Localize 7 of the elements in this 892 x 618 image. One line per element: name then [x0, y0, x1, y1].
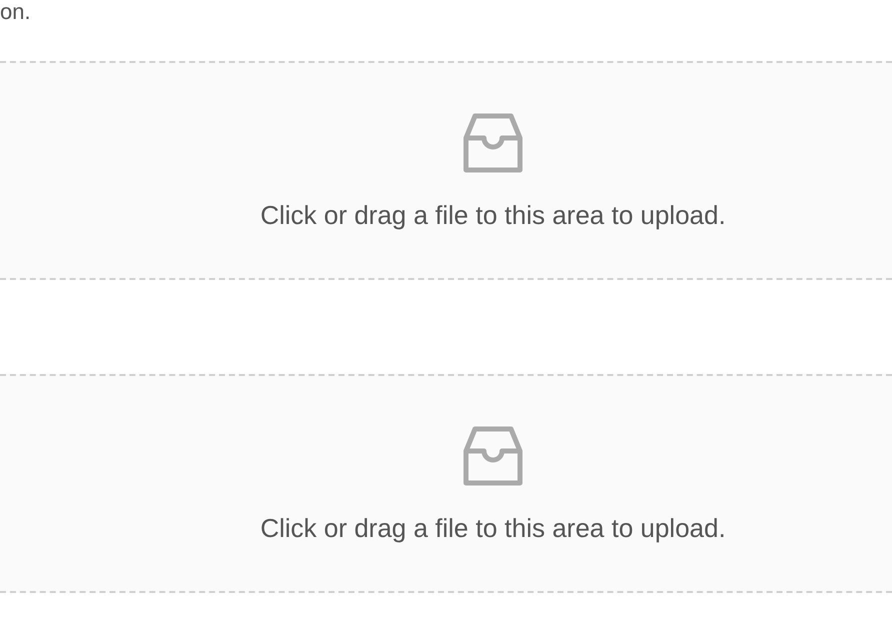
intro-text: on.: [0, 0, 31, 24]
inbox-icon: [463, 113, 523, 173]
upload-hint: Click or drag a file to this area to upload.: [260, 199, 726, 231]
upload-hint: Click or drag a file to this area to upload.: [260, 512, 726, 544]
inbox-icon: [463, 426, 523, 486]
upload-dropzone[interactable]: Click or drag a file to this area to upload.: [0, 374, 892, 593]
upload-dropzone[interactable]: Click or drag a file to this area to upload.: [0, 61, 892, 280]
